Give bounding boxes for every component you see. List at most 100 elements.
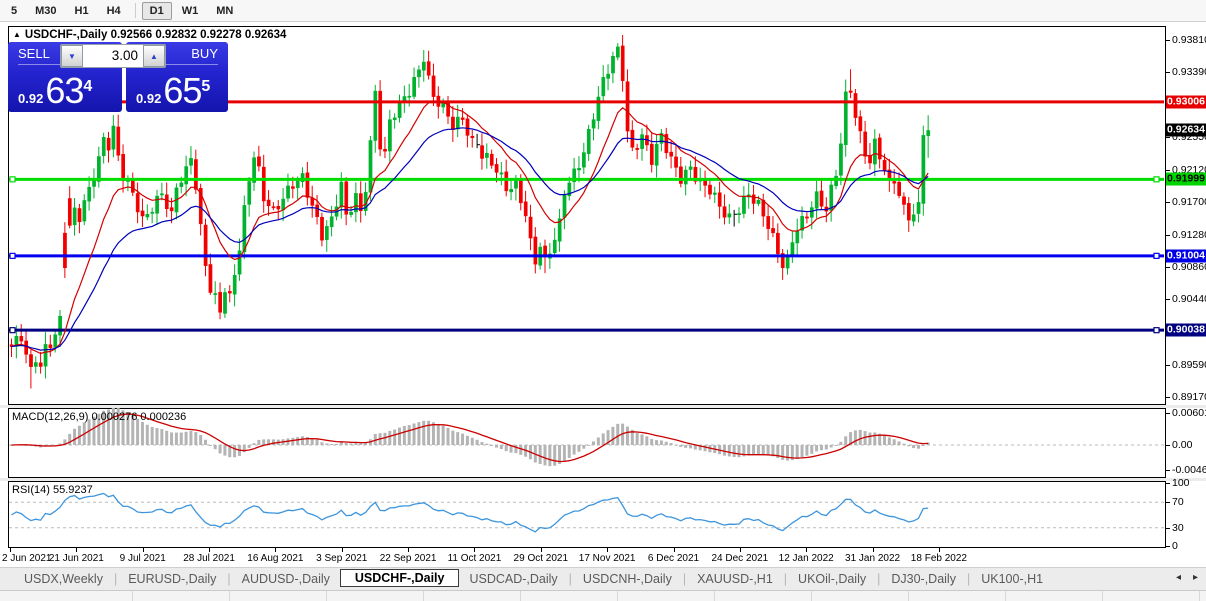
date-tick bbox=[806, 548, 808, 552]
object-indicator-icon: ▲ bbox=[13, 30, 21, 39]
buy-price: 0.92 65 5 bbox=[136, 71, 210, 111]
volume-spinner: ▼ 3.00 ▲ bbox=[60, 44, 166, 68]
date-label: 24 Dec 2021 bbox=[711, 553, 769, 564]
chart-tab-usdx[interactable]: USDX,Weekly bbox=[14, 570, 113, 588]
date-label: 16 Aug 2021 bbox=[247, 553, 304, 564]
date-tick bbox=[408, 548, 410, 552]
price-level-badge: 0.91999 bbox=[1166, 172, 1206, 186]
sell-price: 0.92 63 4 bbox=[18, 71, 92, 111]
date-label: 29 Oct 2021 bbox=[513, 553, 569, 564]
price-level-badge: 0.91004 bbox=[1166, 249, 1206, 263]
tab-separator: | bbox=[877, 572, 881, 586]
chart-tab-xauusd[interactable]: XAUUSD-,H1 bbox=[687, 570, 783, 588]
sell-price-point: 4 bbox=[83, 78, 93, 95]
buy-price-point: 5 bbox=[201, 78, 211, 95]
date-label: 9 Jul 2021 bbox=[119, 553, 166, 564]
price-axis-label: 0.90860 bbox=[1172, 260, 1206, 273]
axis-tick bbox=[1166, 234, 1170, 236]
date-tick bbox=[275, 548, 277, 552]
chart-tab-eurusd[interactable]: EURUSD-,Daily bbox=[118, 570, 226, 588]
volume-increase-button[interactable]: ▲ bbox=[143, 45, 165, 67]
price-level-badge: 0.90038 bbox=[1166, 323, 1206, 337]
axis-tick bbox=[1166, 396, 1170, 398]
volume-decrease-button[interactable]: ▼ bbox=[61, 45, 83, 67]
date-label: 3 Sep 2021 bbox=[316, 553, 368, 564]
rsi-axis-label: 0 bbox=[1172, 540, 1178, 552]
chart-tab-uk100[interactable]: UK100-,H1 bbox=[971, 570, 1053, 588]
date-axis: 2 Jun 2021 21 Jun 2021 9 Jul 2021 28 Jul 20… bbox=[0, 548, 1206, 567]
rsi-axis-label: 30 bbox=[1172, 521, 1184, 534]
timeframe-bar: 5 M30 H1 H4 D1 W1 MN bbox=[0, 0, 1206, 22]
chart-ohlc-values: 0.92566 0.92832 0.92278 0.92634 bbox=[110, 29, 287, 41]
one-click-trading-widget: SELL 0.92 63 4 BUY 0.92 65 5 ▼ 3.00 ▲ bbox=[8, 42, 228, 112]
macd-axis-label: 0.00601 bbox=[1172, 407, 1206, 420]
date-tick bbox=[76, 548, 78, 552]
timeframe-button-d1[interactable]: D1 bbox=[141, 1, 172, 20]
price-axis-label: 0.93390 bbox=[1172, 66, 1206, 79]
price-axis-label: 0.91280 bbox=[1172, 228, 1206, 241]
tab-separator: | bbox=[682, 572, 687, 586]
date-label: 12 Jan 2022 bbox=[778, 553, 834, 564]
tab-separator: | bbox=[113, 572, 118, 586]
date-tick bbox=[10, 548, 11, 552]
axis-tick bbox=[1166, 72, 1170, 74]
rsi-axis-label: 70 bbox=[1172, 496, 1184, 509]
price-axis-label: 0.90440 bbox=[1172, 293, 1206, 306]
chevron-down-icon: ▼ bbox=[68, 51, 76, 61]
date-label: 28 Jul 2021 bbox=[183, 553, 235, 564]
date-tick bbox=[540, 548, 542, 552]
tab-scroll-left-icon[interactable]: ◂ bbox=[1176, 572, 1181, 583]
macd-axis-label: -0.00464 bbox=[1172, 463, 1206, 476]
timeframe-button-h4[interactable]: H4 bbox=[99, 2, 129, 20]
timeframe-button-5[interactable]: 5 bbox=[3, 2, 25, 20]
chart-tab-usdchf[interactable]: USDCHF-,Daily bbox=[339, 569, 460, 587]
chart-tab-audusd[interactable]: AUDUSD-,Daily bbox=[232, 570, 340, 588]
tab-scroll-right-icon[interactable]: ▸ bbox=[1193, 572, 1198, 583]
date-label: 31 Jan 2022 bbox=[845, 553, 901, 564]
chevron-up-icon: ▲ bbox=[150, 51, 158, 61]
timeframe-button-mn[interactable]: MN bbox=[208, 2, 241, 20]
sell-price-prefix: 0.92 bbox=[18, 91, 44, 106]
tab-separator: | bbox=[783, 572, 788, 586]
date-tick bbox=[872, 548, 874, 552]
timeframe-button-m30[interactable]: M30 bbox=[27, 2, 64, 20]
date-label: 11 Oct 2021 bbox=[447, 553, 502, 564]
timeframe-button-w1[interactable]: W1 bbox=[174, 2, 207, 20]
date-tick bbox=[474, 548, 476, 552]
toolbar-separator bbox=[134, 3, 136, 18]
tab-separator: | bbox=[966, 572, 971, 586]
sell-price-pips: 63 bbox=[45, 70, 84, 111]
price-level-badge: 0.92634 bbox=[1166, 123, 1206, 137]
status-strip bbox=[0, 590, 1206, 601]
axis-tick bbox=[1166, 364, 1170, 366]
axis-tick bbox=[1166, 170, 1170, 171]
timeframe-button-h1[interactable]: H1 bbox=[67, 2, 97, 20]
axis-tick bbox=[1166, 40, 1170, 41]
tab-separator: | bbox=[568, 572, 572, 586]
chart-tab-dj30[interactable]: DJ30-,Daily bbox=[881, 570, 966, 588]
chart-tab-usdcad[interactable]: USDCAD-,Daily bbox=[459, 570, 567, 588]
date-tick bbox=[607, 548, 609, 552]
axis-tick bbox=[1166, 202, 1170, 204]
date-tick bbox=[938, 548, 940, 552]
price-axis-label: 0.89590 bbox=[1172, 358, 1206, 371]
axis-tick bbox=[1166, 136, 1170, 138]
macd-label: MACD(12,26,9) 0.000276 0.000236 bbox=[12, 411, 187, 423]
chart-tab-ukoil[interactable]: UKOil-,Daily bbox=[788, 570, 876, 588]
axis-tick bbox=[1166, 299, 1170, 301]
chart-tab-usdcnh[interactable]: USDCNH-,Daily bbox=[573, 570, 682, 588]
date-label: 22 Sep 2021 bbox=[379, 553, 437, 564]
date-label: 21 Jun 2021 bbox=[48, 553, 104, 564]
volume-input[interactable]: 3.00 bbox=[83, 45, 143, 67]
date-label: 17 Nov 2021 bbox=[578, 553, 636, 564]
rsi-chart-canvas[interactable] bbox=[8, 481, 1166, 548]
macd-axis-label: 0.00 bbox=[1172, 439, 1193, 451]
tab-separator: | bbox=[227, 572, 231, 586]
price-axis-label: 0.93810 bbox=[1172, 34, 1206, 46]
chart-symbol-label: USDCHF-,Daily bbox=[24, 29, 108, 41]
date-tick bbox=[142, 548, 144, 552]
chart-title: ▲ USDCHF-,Daily 0.92566 0.92832 0.92278 0… bbox=[13, 29, 286, 41]
rsi-label: RSI(14) 55.9237 bbox=[12, 484, 93, 496]
trading-platform-window: 5 M30 H1 H4 D1 W1 MN ▲ USDCHF-,Daily 0.92566 0.… bbox=[0, 0, 1206, 601]
date-tick bbox=[739, 548, 741, 552]
